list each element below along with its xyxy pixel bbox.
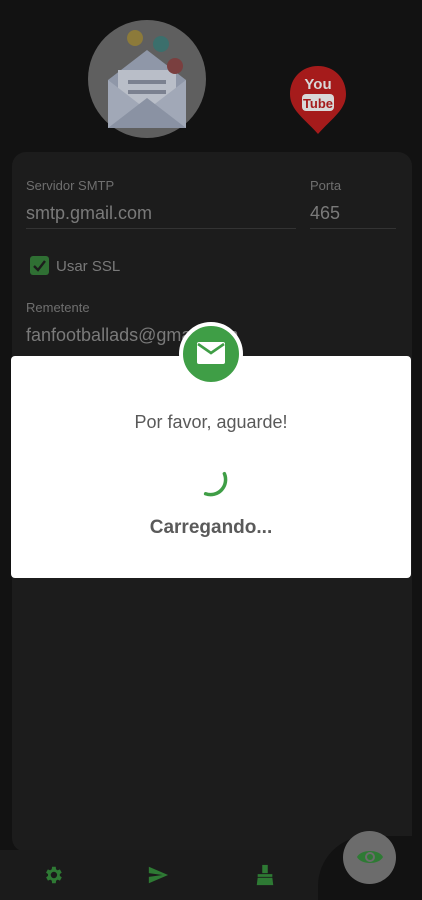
mail-icon [197, 342, 225, 364]
loading-spinner-icon [203, 471, 228, 497]
loading-text: Carregando... [149, 517, 273, 538]
dialog-message: Por favor, aguarde! [134, 412, 288, 432]
app-screen: You Tube Servidor SMTP smtp.gmail.com Po… [0, 0, 422, 900]
dialog-mail-badge [179, 322, 243, 386]
loading-dialog [11, 356, 411, 578]
